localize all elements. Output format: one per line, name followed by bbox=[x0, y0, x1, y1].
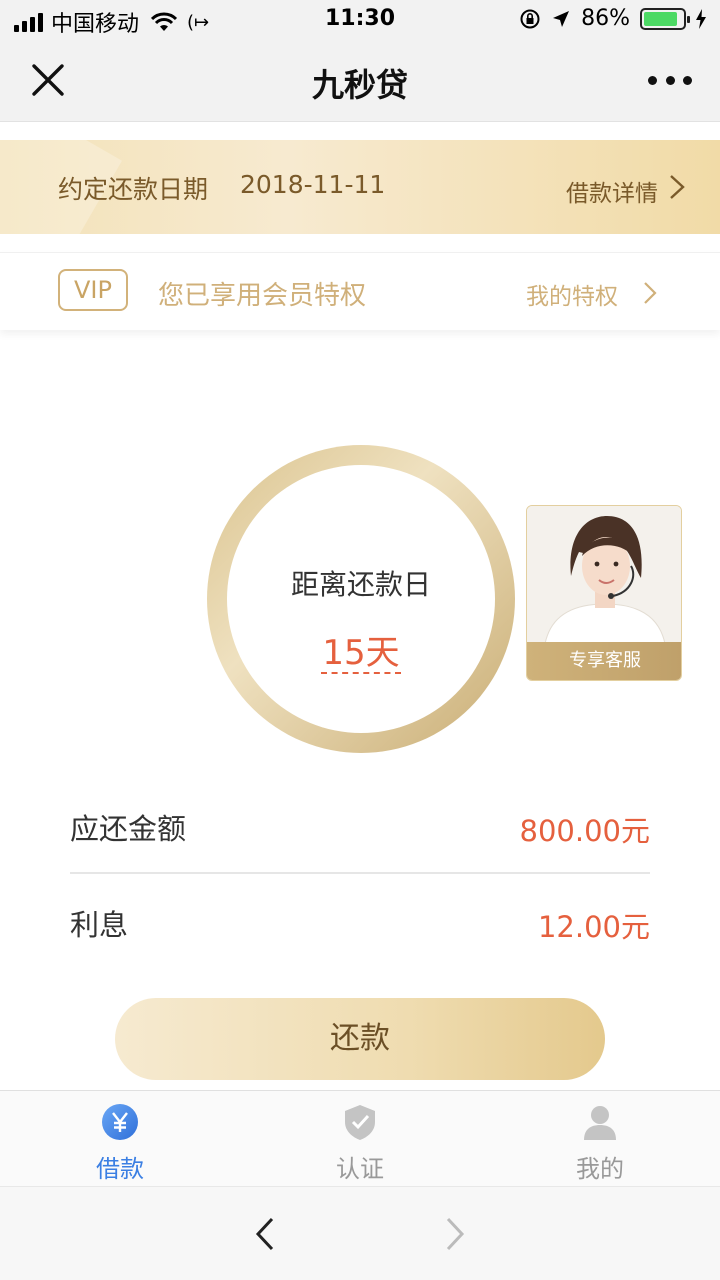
status-right: 86% bbox=[519, 6, 706, 31]
back-arrow-icon[interactable] bbox=[250, 1215, 280, 1253]
countdown-underline bbox=[321, 672, 401, 674]
vip-badge: VIP bbox=[58, 269, 128, 311]
amount-label: 应还金额 bbox=[70, 812, 187, 846]
vip-bar[interactable]: VIP 您已享用会员特权 我的特权 bbox=[0, 252, 720, 330]
chevron-right-icon[interactable] bbox=[668, 173, 686, 201]
amount-value: 800.00元 bbox=[519, 814, 650, 848]
tab-verify[interactable]: 认证 bbox=[300, 1091, 420, 1187]
countdown-ring: 距离还款日 15天 bbox=[207, 445, 515, 753]
location-icon bbox=[553, 10, 570, 27]
more-icon[interactable] bbox=[648, 60, 692, 100]
shield-check-icon bbox=[345, 1105, 375, 1140]
nav-bar: 九秒贷 bbox=[0, 40, 720, 122]
amount-row-interest: 利息 12.00元 bbox=[70, 876, 650, 970]
countdown-days[interactable]: 15天 bbox=[227, 625, 495, 674]
due-date-label: 约定还款日期 bbox=[58, 175, 209, 204]
tab-label: 我的 bbox=[576, 1155, 624, 1183]
due-date-value: 2018-11-11 bbox=[240, 170, 386, 199]
tab-mine[interactable]: 我的 bbox=[540, 1091, 660, 1187]
loan-detail-link[interactable]: 借款详情 bbox=[566, 174, 658, 208]
close-icon[interactable] bbox=[28, 60, 68, 100]
charging-icon bbox=[696, 8, 706, 29]
browser-toolbar bbox=[0, 1186, 720, 1280]
tab-loan[interactable]: 借款 bbox=[60, 1091, 180, 1187]
forward-arrow-icon[interactable] bbox=[440, 1215, 470, 1253]
due-date-banner: 约定还款日期 2018-11-11 借款详情 bbox=[0, 140, 720, 234]
customer-service-card[interactable]: 专享客服 bbox=[526, 505, 682, 681]
my-privilege-link[interactable]: 我的特权 bbox=[526, 277, 618, 311]
interest-label: 利息 bbox=[70, 908, 129, 942]
service-label: 专享客服 bbox=[527, 642, 681, 680]
tab-label: 认证 bbox=[336, 1155, 384, 1183]
yen-icon bbox=[102, 1104, 138, 1140]
customer-service-avatar bbox=[527, 506, 681, 644]
repay-button[interactable]: 还款 bbox=[115, 998, 605, 1080]
status-bar: 中国移动 (↦ 11:30 86% bbox=[0, 0, 720, 40]
battery-icon bbox=[640, 7, 690, 30]
interest-value: 12.00元 bbox=[537, 910, 650, 944]
rotation-lock-icon bbox=[520, 9, 540, 28]
tab-bar: 借款 认证 我的 bbox=[0, 1090, 720, 1186]
battery-percent: 86% bbox=[581, 6, 630, 31]
tab-label: 借款 bbox=[96, 1155, 144, 1183]
battery-fill bbox=[644, 11, 677, 26]
chevron-right-icon[interactable] bbox=[642, 280, 658, 306]
countdown-label: 距离还款日 bbox=[290, 568, 431, 601]
vip-status-text: 您已享用会员特权 bbox=[158, 281, 367, 311]
user-icon bbox=[584, 1106, 616, 1140]
amount-row-due: 应还金额 800.00元 bbox=[70, 780, 650, 874]
page-title: 九秒贷 bbox=[311, 66, 408, 104]
countdown-inner: 距离还款日 15天 bbox=[227, 465, 495, 733]
